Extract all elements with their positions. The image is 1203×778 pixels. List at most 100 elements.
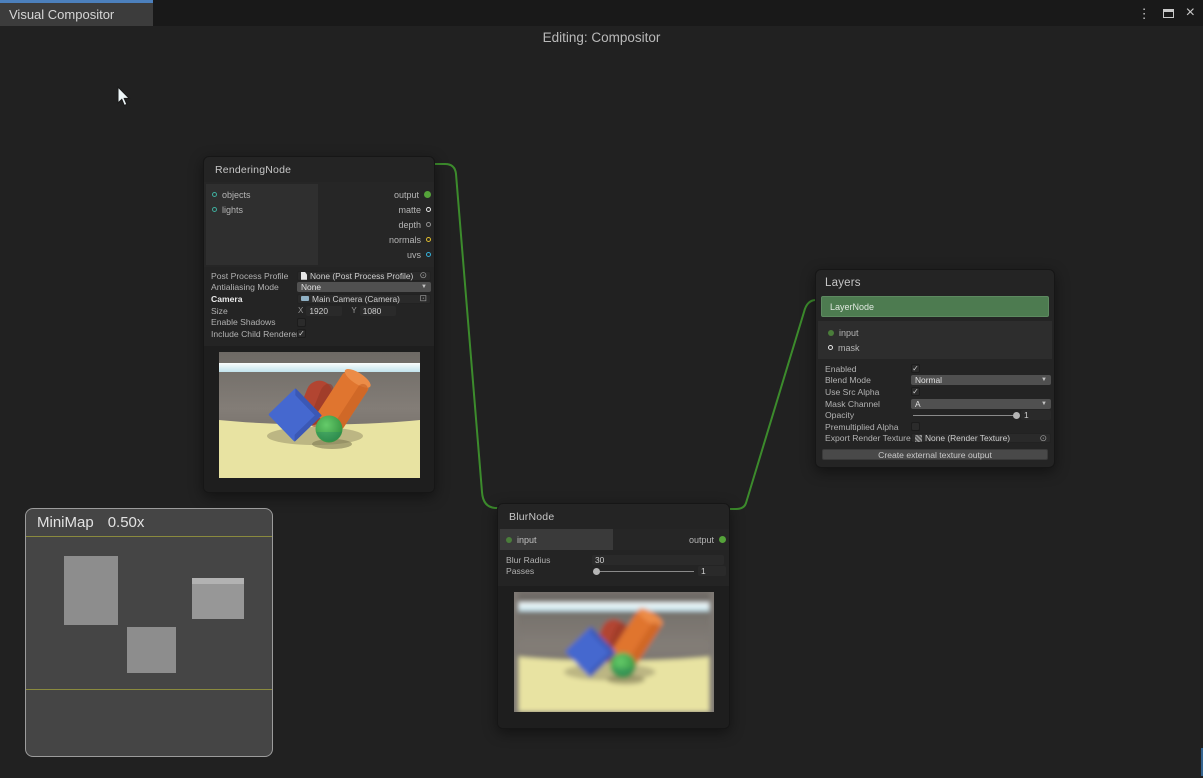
port-matte[interactable]: matte <box>318 202 434 217</box>
slider-track <box>594 571 694 572</box>
port-circle-icon <box>426 222 431 227</box>
port-output[interactable]: output <box>318 187 434 202</box>
port-circle-icon <box>426 252 431 257</box>
opacity-value-input[interactable]: 1 <box>1021 410 1051 420</box>
mask-channel-dropdown[interactable]: A ▼ <box>911 399 1051 409</box>
property-label: Camera <box>209 294 297 304</box>
port-label: lights <box>222 205 243 215</box>
passes-slider[interactable] <box>592 567 698 576</box>
close-icon[interactable]: × <box>1186 5 1195 21</box>
enable-shadows-checkbox[interactable] <box>297 318 306 327</box>
port-uvs[interactable]: uvs <box>318 247 434 262</box>
port-input[interactable]: input <box>500 529 613 550</box>
mouse-cursor <box>116 86 132 108</box>
layer-ports: input mask <box>818 321 1052 359</box>
property-label: Size <box>209 306 297 316</box>
rendering-ports: objects lights output matte depth <box>204 182 434 267</box>
node-rendering[interactable]: RenderingNode objects lights output <box>203 156 435 493</box>
input-ports: objects lights <box>206 184 318 265</box>
object-picker-icon[interactable]: ⊙ <box>419 271 427 280</box>
editing-label: Editing: Compositor <box>0 30 1203 45</box>
minimap-node-layers[interactable] <box>192 578 244 619</box>
node-layers[interactable]: Layers LayerNode input mask Enabled ✓ Bl… <box>815 269 1055 468</box>
minimap-viewport[interactable] <box>26 537 272 690</box>
port-output[interactable]: output <box>613 529 729 550</box>
property-label: Post Process Profile <box>209 271 297 281</box>
node-blur[interactable]: BlurNode input output Blur Radius 30 Pas… <box>497 503 730 729</box>
property-label: Export Render Texture <box>823 433 911 443</box>
node-header[interactable]: Layers <box>816 270 1054 294</box>
port-label: input <box>839 328 859 338</box>
node-graph-canvas[interactable]: Editing: Compositor RenderingNode object… <box>0 26 1203 778</box>
maximize-icon[interactable] <box>1163 7 1174 20</box>
chevron-down-icon: ▼ <box>1041 401 1047 407</box>
port-circle-icon <box>424 191 431 198</box>
object-picker-icon[interactable]: ⊡ <box>419 294 427 303</box>
port-label: input <box>517 535 537 545</box>
blur-radius-input[interactable]: 30 <box>592 555 724 565</box>
texture-icon <box>915 435 922 442</box>
rendering-properties: Post Process Profile None (Post Process … <box>204 267 434 342</box>
property-row-use-src-alpha: Use Src Alpha ✓ <box>823 386 1051 398</box>
property-label: Premultiplied Alpha <box>823 422 911 432</box>
port-label: normals <box>389 235 421 245</box>
port-label: objects <box>222 190 251 200</box>
passes-value-input[interactable]: 1 <box>698 566 726 576</box>
node-header[interactable]: BlurNode <box>498 504 729 529</box>
size-y-input[interactable]: 1080 <box>360 306 396 316</box>
node-header[interactable]: RenderingNode <box>204 157 434 182</box>
port-mask[interactable]: mask <box>828 340 1052 355</box>
port-objects[interactable]: objects <box>206 187 318 202</box>
property-row-export-render-texture: Export Render Texture None (Render Textu… <box>823 433 1051 445</box>
chevron-down-icon: ▼ <box>1041 377 1047 383</box>
opacity-slider[interactable] <box>911 411 1021 420</box>
minimap-zoom-level: 0.50x <box>108 514 145 531</box>
port-depth[interactable]: depth <box>318 217 434 232</box>
post-process-profile-field[interactable]: None (Post Process Profile) ⊙ <box>297 271 431 281</box>
minimap-panel[interactable]: MiniMap 0.50x <box>25 508 273 757</box>
edge-rendering-to-blur[interactable] <box>431 164 501 508</box>
size-x-input[interactable]: 1920 <box>306 306 342 316</box>
minimap-node-blur[interactable] <box>127 627 176 673</box>
property-label: Enable Shadows <box>209 317 297 327</box>
property-label: Antialiasing Mode <box>209 282 297 292</box>
x-axis-label: X <box>298 306 303 315</box>
scene-blurred <box>518 592 709 712</box>
blur-preview-container <box>498 586 729 728</box>
create-external-texture-output-button[interactable]: Create external texture output <box>822 449 1048 460</box>
export-render-texture-field[interactable]: None (Render Texture) ⊙ <box>911 433 1051 443</box>
edge-blur-to-layers[interactable] <box>722 300 826 509</box>
port-input[interactable]: input <box>828 325 1052 340</box>
property-row-camera: Camera Main Camera (Camera) ⊡ <box>209 293 431 305</box>
port-circle-icon <box>828 345 833 350</box>
property-row-passes: Passes 1 <box>504 566 726 578</box>
port-circle-icon <box>506 537 512 543</box>
camera-field[interactable]: Main Camera (Camera) ⊡ <box>297 294 431 304</box>
premultiplied-alpha-checkbox[interactable] <box>911 422 920 431</box>
layer-item-layernode[interactable]: LayerNode <box>821 296 1049 317</box>
property-row-premultiplied-alpha: Premultiplied Alpha <box>823 421 1051 433</box>
minimap-node-rendering[interactable] <box>64 556 118 625</box>
slider-handle[interactable] <box>1013 412 1020 419</box>
slider-handle[interactable] <box>593 568 600 575</box>
blend-mode-dropdown[interactable]: Normal ▼ <box>911 375 1051 385</box>
tab-visual-compositor[interactable]: Visual Compositor <box>0 0 153 26</box>
property-label: Enabled <box>823 364 911 374</box>
property-row-enabled: Enabled ✓ <box>823 363 1051 375</box>
antialiasing-dropdown[interactable]: None ▼ <box>297 282 431 292</box>
menu-icon[interactable]: ⋮ <box>1138 7 1151 20</box>
blur-properties: Blur Radius 30 Passes 1 <box>498 550 729 579</box>
file-icon <box>301 272 307 280</box>
node-title: Layers <box>825 277 861 289</box>
property-label: Mask Channel <box>823 399 911 409</box>
y-axis-label: Y <box>351 306 356 315</box>
minimap-title-bar: MiniMap 0.50x <box>26 509 272 537</box>
include-child-renderers-checkbox[interactable]: ✓ <box>297 329 306 338</box>
port-label: uvs <box>407 250 421 260</box>
port-lights[interactable]: lights <box>206 202 318 217</box>
object-picker-icon[interactable]: ⊙ <box>1039 434 1047 443</box>
tab-title: Visual Compositor <box>9 7 114 22</box>
port-normals[interactable]: normals <box>318 232 434 247</box>
use-src-alpha-checkbox[interactable]: ✓ <box>911 387 920 396</box>
enabled-checkbox[interactable]: ✓ <box>911 364 920 373</box>
